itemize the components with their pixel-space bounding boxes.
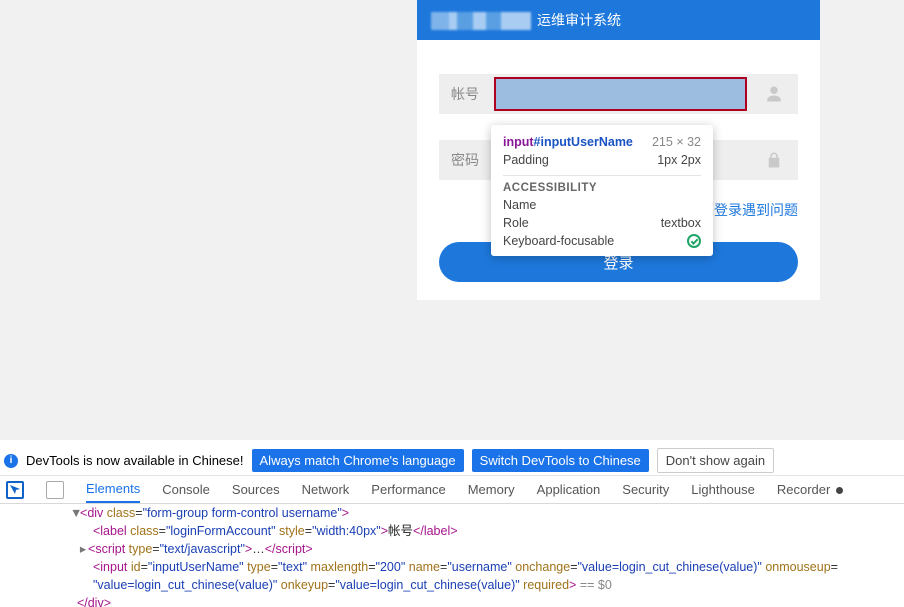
info-icon: i <box>4 454 18 468</box>
code-line: "value=login_cut_chinese(value)" onkeyup… <box>0 576 904 594</box>
login-trouble-link[interactable]: 登录遇到问题 <box>714 202 798 218</box>
switch-language-button[interactable]: Switch DevTools to Chinese <box>472 449 649 472</box>
code-line: </div> <box>0 594 904 607</box>
tooltip-padding-label: Padding <box>503 153 549 167</box>
login-header: 运维审计系统 <box>417 0 820 40</box>
redacted-brand <box>431 12 531 30</box>
username-input-wrap <box>491 74 750 114</box>
tab-security[interactable]: Security <box>622 477 669 502</box>
devtools-tab-bar: Elements Console Sources Network Perform… <box>0 476 904 504</box>
tooltip-selector-id: #inputUserName <box>534 135 633 149</box>
tab-lighthouse[interactable]: Lighthouse <box>691 477 755 502</box>
tab-recorder[interactable]: Recorder <box>777 477 843 502</box>
header-title: 运维审计系统 <box>537 12 621 28</box>
code-line: <label class="loginFormAccount" style="w… <box>0 522 904 540</box>
tooltip-a11y-heading: ACCESSIBILITY <box>503 182 701 194</box>
tooltip-role-label: Role <box>503 216 529 230</box>
username-label: 帐号 <box>439 74 491 114</box>
devtools-hint-text: DevTools is now available in Chinese! <box>26 453 244 468</box>
tab-sources[interactable]: Sources <box>232 477 280 502</box>
tooltip-padding-value: 1px 2px <box>657 153 701 167</box>
page-background: 运维审计系统 帐号 密码 登录 <box>0 0 904 440</box>
lock-icon <box>750 140 798 180</box>
tab-console[interactable]: Console <box>162 477 210 502</box>
tab-memory[interactable]: Memory <box>468 477 515 502</box>
tooltip-role-value: textbox <box>661 216 701 230</box>
match-language-button[interactable]: Always match Chrome's language <box>252 449 464 472</box>
user-icon <box>750 74 798 114</box>
username-row: 帐号 <box>439 74 798 114</box>
device-toolbar-icon[interactable] <box>46 481 64 499</box>
check-icon <box>687 234 701 248</box>
tooltip-kf-label: Keyboard-focusable <box>503 234 614 248</box>
code-line: <input id="inputUserName" type="text" ma… <box>0 558 904 576</box>
tab-network[interactable]: Network <box>302 477 350 502</box>
inspect-tooltip: input#inputUserName 215 × 32 Padding 1px… <box>491 125 713 256</box>
username-input[interactable] <box>494 77 747 111</box>
tooltip-name-label: Name <box>503 198 536 212</box>
code-line: ▸<script type="text/javascript">…</scrip… <box>0 540 904 558</box>
tooltip-selector-tag: input <box>503 135 534 149</box>
devtools-hint-bar: i DevTools is now available in Chinese! … <box>0 446 904 476</box>
code-line: ▼<div class="form-group form-control use… <box>0 504 904 522</box>
password-label: 密码 <box>439 140 491 180</box>
inspect-element-icon[interactable] <box>6 481 24 499</box>
tab-elements[interactable]: Elements <box>86 476 140 503</box>
tooltip-dimensions: 215 × 32 <box>652 135 701 149</box>
elements-code-pane[interactable]: ▼<div class="form-group form-control use… <box>0 504 904 607</box>
recorder-indicator-icon <box>836 487 843 494</box>
tab-application[interactable]: Application <box>537 477 601 502</box>
tooltip-divider <box>503 175 701 176</box>
tab-performance[interactable]: Performance <box>371 477 445 502</box>
dismiss-hint-button[interactable]: Don't show again <box>657 448 774 473</box>
